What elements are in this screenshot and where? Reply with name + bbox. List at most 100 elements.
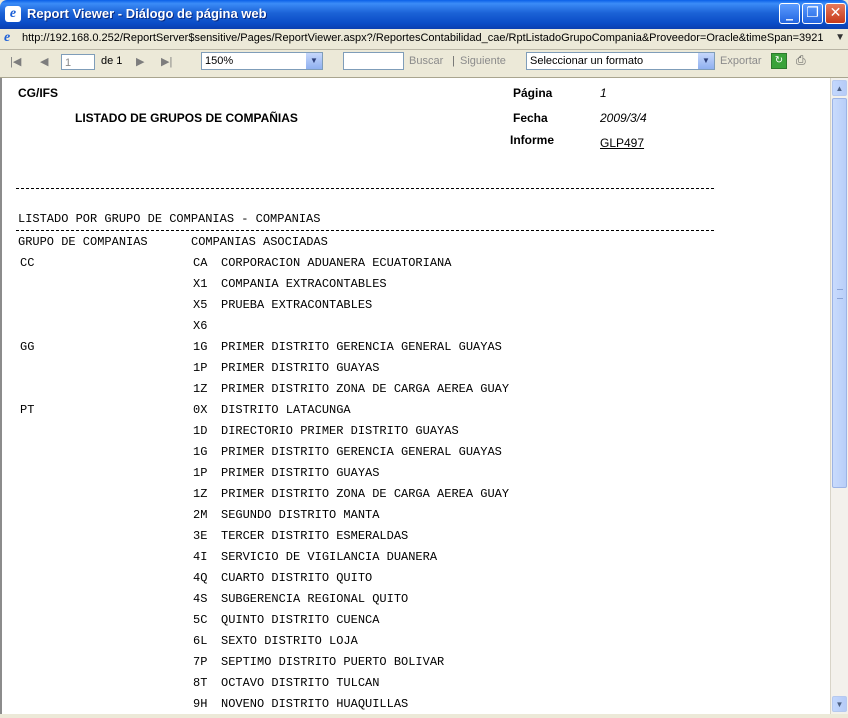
company-name: DISTRITO LATACUNGA: [221, 403, 351, 417]
report-id: GLP497: [600, 136, 645, 150]
column-header-companies: COMPANIAS ASOCIADAS: [191, 235, 328, 249]
company-name: SEPTIMO DISTRITO PUERTO BOLIVAR: [221, 655, 445, 669]
chevron-down-icon: ▼: [698, 53, 714, 69]
company-name: SEGUNDO DISTRITO MANTA: [221, 508, 380, 522]
table-row: 1G PRIMER DISTRITO GERENCIA GENERAL GUAYA…: [2, 445, 802, 466]
url-text[interactable]: http://192.168.0.252/ReportServer$sensit…: [22, 32, 824, 44]
company-code-cell: 4I: [193, 550, 208, 564]
window-title: Report Viewer - Diálogo de página web: [27, 6, 267, 21]
table-row: CC CA CORPORACION ADUANERA ECUATORIANA: [2, 256, 802, 277]
company-code-cell: 2M: [193, 508, 208, 522]
vertical-scrollbar[interactable]: ▲ ▼: [830, 78, 848, 714]
company-code-cell: 7P: [193, 655, 208, 669]
table-row: 8T OCTAVO DISTRITO TULCAN: [2, 676, 802, 697]
company-code-cell: 4S: [193, 592, 208, 606]
table-row: X6: [2, 319, 802, 340]
company-code-cell: 1G: [193, 445, 208, 459]
column-header-group: GRUPO DE COMPANIAS: [18, 235, 148, 249]
company-code-cell: 8T: [193, 676, 208, 690]
window-bottom-border: [0, 714, 848, 718]
company-name: OCTAVO DISTRITO TULCAN: [221, 676, 380, 690]
zoom-select[interactable]: 150% ▼: [201, 52, 323, 70]
find-next-link[interactable]: Siguiente: [460, 55, 506, 67]
table-row: X5 PRUEBA EXTRACONTABLES: [2, 298, 802, 319]
scroll-down-icon[interactable]: ▼: [832, 696, 847, 712]
company-code-cell: 1P: [193, 361, 208, 375]
company-code-cell: X6: [193, 319, 208, 333]
company-name: SEXTO DISTRITO LOJA: [221, 634, 358, 648]
table-row: 9H NOVENO DISTRITO HUAQUILLAS: [2, 697, 802, 714]
company-name: PRIMER DISTRITO ZONA DE CARGA AEREA GUAY: [221, 487, 510, 501]
address-bar: e http://192.168.0.252/ReportServer$sens…: [0, 29, 848, 50]
close-button[interactable]: ✕: [825, 3, 846, 24]
company-code-cell: CA: [193, 256, 208, 270]
table-row: 2M SEGUNDO DISTRITO MANTA: [2, 508, 802, 529]
address-dropdown-icon[interactable]: ▼: [835, 32, 845, 43]
table-row: 6L SEXTO DISTRITO LOJA: [2, 634, 802, 655]
group-code: GG: [20, 340, 35, 354]
find-input[interactable]: [343, 52, 404, 70]
scroll-thumb[interactable]: [832, 98, 847, 488]
table-row: 5C QUINTO DISTRITO CUENCA: [2, 613, 802, 634]
company-code-cell: 1G: [193, 340, 208, 354]
maximize-button[interactable]: ❐: [802, 3, 823, 24]
first-page-icon[interactable]: |◀: [10, 55, 21, 68]
table-row: 3E TERCER DISTRITO ESMERALDAS: [2, 529, 802, 550]
export-link[interactable]: Exportar: [720, 55, 762, 67]
company-name: SERVICIO DE VIGILANCIA DUANERA: [221, 550, 438, 564]
separator: |: [452, 55, 455, 67]
company-code-cell: 1D: [193, 424, 208, 438]
next-page-icon[interactable]: ▶: [136, 55, 144, 68]
company-name: DIRECTORIO PRIMER DISTRITO GUAYAS: [221, 424, 459, 438]
print-icon[interactable]: ⎙: [796, 53, 812, 67]
company-name: PRIMER DISTRITO GERENCIA GENERAL GUAYAS: [221, 445, 502, 459]
company-code-cell: 1Z: [193, 487, 208, 501]
refresh-icon[interactable]: ↻: [771, 53, 787, 69]
divider: [16, 188, 714, 189]
group-code: PT: [20, 403, 35, 417]
company-code-cell: 0X: [193, 403, 208, 417]
company-name: PRIMER DISTRITO ZONA DE CARGA AEREA GUAY: [221, 382, 510, 396]
scroll-up-icon[interactable]: ▲: [832, 80, 847, 96]
previous-page-icon[interactable]: ◀: [40, 55, 48, 68]
table-row: 1Z PRIMER DISTRITO ZONA DE CARGA AEREA GU…: [2, 487, 802, 508]
table-row: 7P SEPTIMO DISTRITO PUERTO BOLIVAR: [2, 655, 802, 676]
minimize-button[interactable]: _: [779, 3, 800, 24]
company-name: CORPORACION ADUANERA ECUATORIANA: [221, 256, 452, 270]
window-titlebar: e Report Viewer - Diálogo de página web …: [0, 0, 848, 29]
company-name: CUARTO DISTRITO QUITO: [221, 571, 373, 585]
table-row: PT 0X DISTRITO LATACUNGA: [2, 403, 802, 424]
table-row: 1P PRIMER DISTRITO GUAYAS: [2, 361, 802, 382]
company-code-cell: X1: [193, 277, 208, 291]
company-code-cell: X5: [193, 298, 208, 312]
export-format-value: Seleccionar un formato: [530, 55, 644, 67]
date-value: 2009/3/4: [600, 111, 647, 125]
section-title: LISTADO POR GRUPO DE COMPANIAS - COMPANI…: [18, 212, 321, 226]
company-code-cell: 5C: [193, 613, 208, 627]
chevron-down-icon: ▼: [306, 53, 322, 69]
find-link[interactable]: Buscar: [409, 55, 443, 67]
company-name: PRIMER DISTRITO GUAYAS: [221, 361, 380, 375]
table-row: GG 1G PRIMER DISTRITO GERENCIA GENERAL GUA…: [2, 340, 802, 361]
company-code-cell: 9H: [193, 697, 208, 711]
company-name: COMPANIA EXTRACONTABLES: [221, 277, 387, 291]
table-row: 4S SUBGERENCIA REGIONAL QUITO: [2, 592, 802, 613]
page-number-input[interactable]: 1: [61, 54, 95, 70]
page-icon: e: [4, 30, 11, 45]
table-row: 4I SERVICIO DE VIGILANCIA DUANERA: [2, 550, 802, 571]
report-label: Informe: [510, 133, 555, 147]
divider: [16, 230, 714, 231]
company-code-cell: 3E: [193, 529, 208, 543]
table-row: 4Q CUARTO DISTRITO QUITO: [2, 571, 802, 592]
company-code-cell: 4Q: [193, 571, 208, 585]
table-row: X1 COMPANIA EXTRACONTABLES: [2, 277, 802, 298]
export-format-select[interactable]: Seleccionar un formato ▼: [526, 52, 715, 70]
page-count-label: de 1: [101, 55, 123, 67]
report-content: CG/IFS LISTADO DE GRUPOS DE COMPAÑIAS Pá…: [0, 78, 830, 714]
company-code-cell: 1Z: [193, 382, 208, 396]
report-title: LISTADO DE GRUPOS DE COMPAÑIAS: [75, 111, 298, 125]
group-code: CC: [20, 256, 35, 270]
company-name: QUINTO DISTRITO CUENCA: [221, 613, 380, 627]
last-page-icon[interactable]: ▶|: [161, 55, 172, 68]
company-name: TERCER DISTRITO ESMERALDAS: [221, 529, 409, 543]
